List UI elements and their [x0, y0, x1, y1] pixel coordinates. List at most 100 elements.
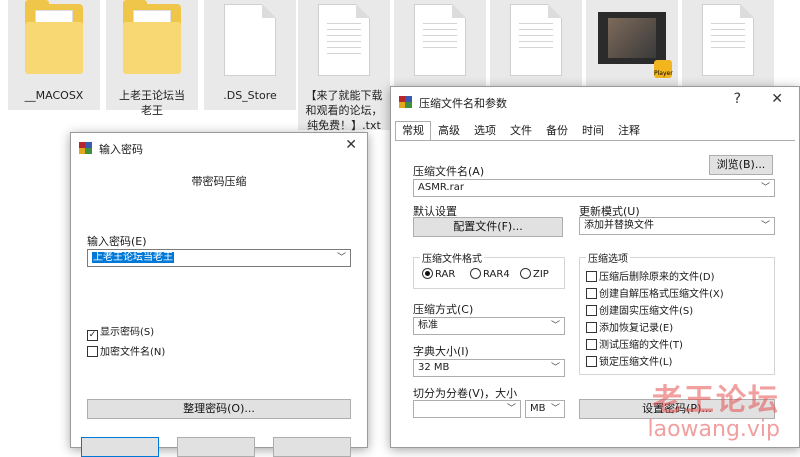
tab-files[interactable]: 文件 [503, 121, 539, 141]
close-icon[interactable]: ✕ [771, 91, 783, 107]
password-value: 上老王论坛当老王 [92, 252, 174, 263]
close-icon[interactable]: ✕ [345, 137, 357, 153]
chevron-down-icon: ﹀ [550, 404, 560, 414]
show-password-checkbox[interactable]: ✓ 显示密码(S) [87, 323, 154, 341]
dialog-title: 输入密码 [99, 143, 143, 156]
organize-passwords-button[interactable]: 整理密码(O)... [87, 399, 351, 419]
tab-comment[interactable]: 注释 [611, 121, 647, 141]
password-input[interactable]: 上老王论坛当老王 ﹀ [87, 249, 351, 267]
tab-strip: 常规 高级 选项 文件 备份 时间 注释 [395, 121, 647, 141]
file-tile-ds-store[interactable]: .DS_Store [204, 0, 296, 110]
chevron-down-icon: ﹀ [760, 221, 770, 231]
password-subtitle: 带密码压缩 [191, 175, 247, 188]
format-rar-label: RAR [435, 269, 456, 280]
file-tile-txt[interactable]: 【来了就能下载和观看的论坛，纯免费！】.txt [298, 0, 390, 132]
password-dialog-titlebar[interactable]: 输入密码 ✕ [71, 133, 367, 163]
format-rar4-radio[interactable]: RAR4 [470, 268, 510, 280]
option-sfx[interactable]: 创建自解压格式压缩文件(X) [586, 285, 724, 300]
checkbox-icon [586, 271, 597, 282]
archive-name-label: 压缩文件名(A) [413, 165, 485, 178]
password-dialog: 输入密码 ✕ 带密码压缩 输入密码(E) 上老王论坛当老王 ﹀ ✓ 显示密码(S)… [70, 132, 368, 457]
format-rar4-label: RAR4 [483, 269, 510, 280]
tab-options[interactable]: 选项 [467, 121, 503, 141]
method-select[interactable]: 标准 ﹀ [413, 317, 565, 335]
file-tile-folder-laowang[interactable]: 上老王论坛当老王 [106, 0, 198, 117]
option-label: 锁定压缩文件(L) [599, 357, 673, 368]
video-file-icon: Player [598, 12, 673, 78]
dictionary-value: 32 MB [418, 362, 450, 373]
dictionary-select[interactable]: 32 MB ﹀ [413, 359, 565, 377]
update-mode-value: 添加并替换文件 [584, 220, 654, 231]
cancel-button[interactable] [177, 437, 255, 457]
ok-button[interactable] [81, 437, 159, 457]
chevron-down-icon: ﹀ [506, 404, 516, 414]
option-label: 创建固实压缩文件(S) [599, 306, 694, 317]
winrar-icon [399, 96, 412, 108]
show-password-label: 显示密码(S) [100, 327, 155, 338]
tab-advanced[interactable]: 高级 [431, 121, 467, 141]
chevron-down-icon[interactable]: ﹀ [761, 180, 770, 196]
file-name: .DS_Store [223, 89, 277, 102]
document-icon [224, 4, 276, 76]
radio-icon [520, 268, 531, 279]
encrypt-names-label: 加密文件名(N) [100, 347, 166, 358]
folder-icon [123, 0, 181, 74]
checkbox-checked-icon: ✓ [87, 330, 98, 341]
option-lock[interactable]: 锁定压缩文件(L) [586, 353, 672, 368]
format-zip-label: ZIP [533, 269, 549, 280]
update-mode-select[interactable]: 添加并替换文件 ﹀ [579, 217, 775, 235]
format-rar-radio[interactable]: RAR [422, 268, 455, 280]
checkbox-icon [586, 305, 597, 316]
tab-backup[interactable]: 备份 [539, 121, 575, 141]
file-tile-macosx[interactable]: __MACOSX [8, 0, 100, 110]
archive-name-input[interactable]: ASMR.rar ﹀ [413, 179, 775, 197]
split-unit-select[interactable]: MB ﹀ [525, 400, 565, 418]
checkbox-icon [586, 288, 597, 299]
document-icon [414, 4, 466, 76]
option-delete-after[interactable]: 压缩后删除原来的文件(D) [586, 268, 715, 283]
file-name: 【来了就能下载和观看的论坛，纯免费！】.txt [305, 89, 383, 132]
file-name: __MACOSX [24, 89, 84, 102]
checkbox-icon [586, 356, 597, 367]
split-size-input[interactable]: ﹀ [413, 400, 521, 418]
tab-general[interactable]: 常规 [395, 121, 431, 141]
archive-options-group: 压缩选项 压缩后删除原来的文件(D) 创建自解压格式压缩文件(X) 创建固实压缩… [579, 250, 775, 375]
radio-selected-icon [422, 268, 433, 279]
watermark-cn: 老王论坛 [652, 383, 780, 418]
archive-dialog-titlebar[interactable]: 压缩文件名和参数 ? ✕ [391, 87, 799, 117]
checkbox-icon [87, 346, 98, 357]
archive-format-group: 压缩文件格式 RAR RAR4 ZIP [413, 250, 565, 289]
checkbox-icon [586, 339, 597, 350]
tab-time[interactable]: 时间 [575, 121, 611, 141]
help-button[interactable] [273, 437, 351, 457]
chevron-down-icon: ﹀ [550, 363, 560, 373]
profiles-button[interactable]: 配置文件(F)... [413, 217, 563, 237]
dialog-title: 压缩文件名和参数 [419, 97, 507, 110]
option-label: 创建自解压格式压缩文件(X) [599, 289, 724, 300]
text-file-icon [318, 4, 370, 76]
chevron-down-icon: ﹀ [550, 321, 560, 331]
option-test[interactable]: 测试压缩的文件(T) [586, 336, 683, 351]
watermark: 老王论坛 laowang.vip [647, 384, 780, 442]
option-label: 添加恢复记录(E) [599, 323, 674, 334]
folder-icon [25, 0, 83, 74]
chevron-down-icon[interactable]: ﹀ [337, 250, 346, 266]
help-button[interactable]: ? [734, 91, 741, 107]
browse-button[interactable]: 浏览(B)... [709, 155, 773, 175]
checkbox-icon [586, 322, 597, 333]
option-solid[interactable]: 创建固实压缩文件(S) [586, 302, 693, 317]
document-icon [702, 4, 754, 76]
archive-format-title: 压缩文件格式 [420, 250, 484, 265]
method-label: 压缩方式(C) [413, 303, 474, 316]
archive-name-value: ASMR.rar [418, 182, 464, 193]
winrar-icon [79, 142, 92, 154]
option-recovery[interactable]: 添加恢复记录(E) [586, 319, 673, 334]
dictionary-label: 字典大小(I) [413, 345, 469, 358]
watermark-en: laowang.vip [647, 417, 780, 442]
format-zip-radio[interactable]: ZIP [520, 268, 549, 280]
tab-divider [395, 140, 795, 141]
option-label: 测试压缩的文件(T) [599, 340, 683, 351]
player-badge: Player [654, 60, 673, 78]
archive-options-title: 压缩选项 [586, 250, 630, 265]
encrypt-names-checkbox[interactable]: 加密文件名(N) [87, 343, 165, 358]
